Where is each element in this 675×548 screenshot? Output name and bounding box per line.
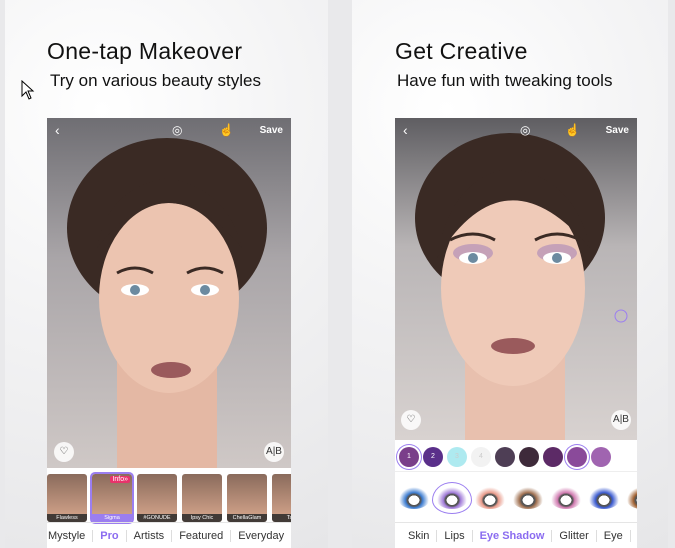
hand-icon[interactable]: ☝ bbox=[219, 123, 234, 137]
thumb-label: ChellaGlam bbox=[227, 514, 267, 522]
look-thumb[interactable]: Info» Sigma bbox=[90, 472, 134, 524]
save-button[interactable]: Save bbox=[260, 125, 283, 136]
back-icon[interactable]: ‹ bbox=[403, 122, 408, 138]
eyeshadow-pattern[interactable] bbox=[399, 487, 429, 509]
thumb-label: Flawless bbox=[47, 514, 87, 522]
left-subtitle: Try on various beauty styles bbox=[50, 71, 262, 90]
save-button[interactable]: Save bbox=[606, 125, 629, 136]
color-swatch[interactable] bbox=[567, 446, 587, 467]
look-thumb[interactable]: ChellaGlam bbox=[227, 474, 267, 522]
back-icon[interactable]: ‹ bbox=[55, 122, 60, 138]
color-swatch[interactable] bbox=[543, 446, 563, 467]
feature-tabs: Skin Lips Eye Shadow Glitter Eye bbox=[395, 522, 637, 548]
right-title: Get Creative bbox=[395, 38, 528, 64]
category-tabs: Mystyle Pro Artists Featured Everyday bbox=[47, 522, 291, 548]
compare-icon[interactable]: ◎ bbox=[172, 123, 182, 137]
left-title: One-tap Makeover bbox=[47, 38, 243, 64]
right-subtitle: Have fun with tweaking tools bbox=[397, 71, 613, 90]
tab-pro[interactable]: Pro bbox=[93, 529, 127, 542]
top-bar: ‹ ◎ ☝ Save bbox=[47, 118, 291, 146]
eyeshadow-pattern[interactable] bbox=[475, 487, 505, 509]
face-illustration bbox=[67, 138, 267, 468]
thumb-label: Ipsy Chic bbox=[182, 514, 222, 522]
look-thumb[interactable]: #GONUDE bbox=[137, 474, 177, 522]
color-swatch[interactable]: 2 bbox=[423, 446, 443, 467]
left-phone-screen: ‹ ◎ ☝ Save ♡ A|B Flawless Info» Sigma #GO… bbox=[47, 118, 291, 548]
heart-icon[interactable]: ♡ bbox=[54, 442, 74, 462]
thumb-label: Tsur bbox=[272, 514, 291, 522]
compare-icon[interactable]: ◎ bbox=[520, 123, 530, 137]
thumb-label: Sigma bbox=[92, 514, 132, 522]
ab-compare-button[interactable]: A|B bbox=[611, 410, 631, 430]
eyeshadow-pattern[interactable] bbox=[627, 487, 637, 509]
look-thumb[interactable]: Flawless bbox=[47, 474, 87, 522]
eyeshadow-pattern[interactable] bbox=[432, 482, 472, 514]
color-swatch[interactable] bbox=[591, 446, 611, 467]
face-illustration bbox=[415, 133, 628, 448]
ab-compare-button[interactable]: A|B bbox=[264, 442, 284, 462]
color-swatches: 1234 bbox=[395, 442, 637, 472]
eyeshadow-pattern[interactable] bbox=[513, 487, 543, 509]
heart-icon[interactable]: ♡ bbox=[401, 410, 421, 430]
look-thumb[interactable]: Ipsy Chic bbox=[182, 474, 222, 522]
tab-eye-shadow[interactable]: Eye Shadow bbox=[473, 529, 553, 542]
tab-lips[interactable]: Lips bbox=[437, 529, 473, 542]
color-swatch[interactable] bbox=[519, 446, 539, 467]
look-thumb[interactable]: Tsur bbox=[272, 474, 291, 522]
tab-mystyle[interactable]: Mystyle bbox=[47, 529, 94, 542]
color-swatch[interactable] bbox=[495, 446, 515, 467]
face-photo bbox=[395, 118, 637, 448]
cursor-icon bbox=[21, 80, 35, 100]
tab-eye[interactable]: Eye bbox=[597, 529, 631, 542]
eyeshadow-pattern[interactable] bbox=[551, 487, 581, 509]
face-photo bbox=[47, 118, 291, 468]
hand-icon[interactable]: ☝ bbox=[565, 123, 580, 137]
eyeshadow-pattern[interactable] bbox=[589, 487, 619, 509]
tab-artists[interactable]: Artists bbox=[127, 529, 173, 542]
color-swatch[interactable]: 4 bbox=[471, 446, 491, 467]
color-swatch[interactable]: 3 bbox=[447, 446, 467, 467]
eyeshadow-patterns bbox=[395, 478, 637, 518]
tab-glitter[interactable]: Glitter bbox=[552, 529, 597, 542]
info-badge[interactable]: Info» bbox=[110, 476, 130, 483]
tab-featured[interactable]: Featured bbox=[172, 529, 232, 542]
thumb-label: #GONUDE bbox=[137, 514, 177, 522]
tab-skin[interactable]: Skin bbox=[401, 529, 438, 542]
color-swatch[interactable]: 1 bbox=[399, 446, 419, 467]
tab-everyday[interactable]: Everyday bbox=[231, 530, 291, 542]
look-thumbnails: Flawless Info» Sigma #GONUDE Ipsy Chic Ch… bbox=[47, 472, 291, 524]
top-bar: ‹ ◎ ☝ Save bbox=[395, 118, 637, 146]
right-phone-screen: ‹ ◎ ☝ Save ♡ A|B 1234 Skin Lips Eye Shad… bbox=[395, 118, 637, 548]
